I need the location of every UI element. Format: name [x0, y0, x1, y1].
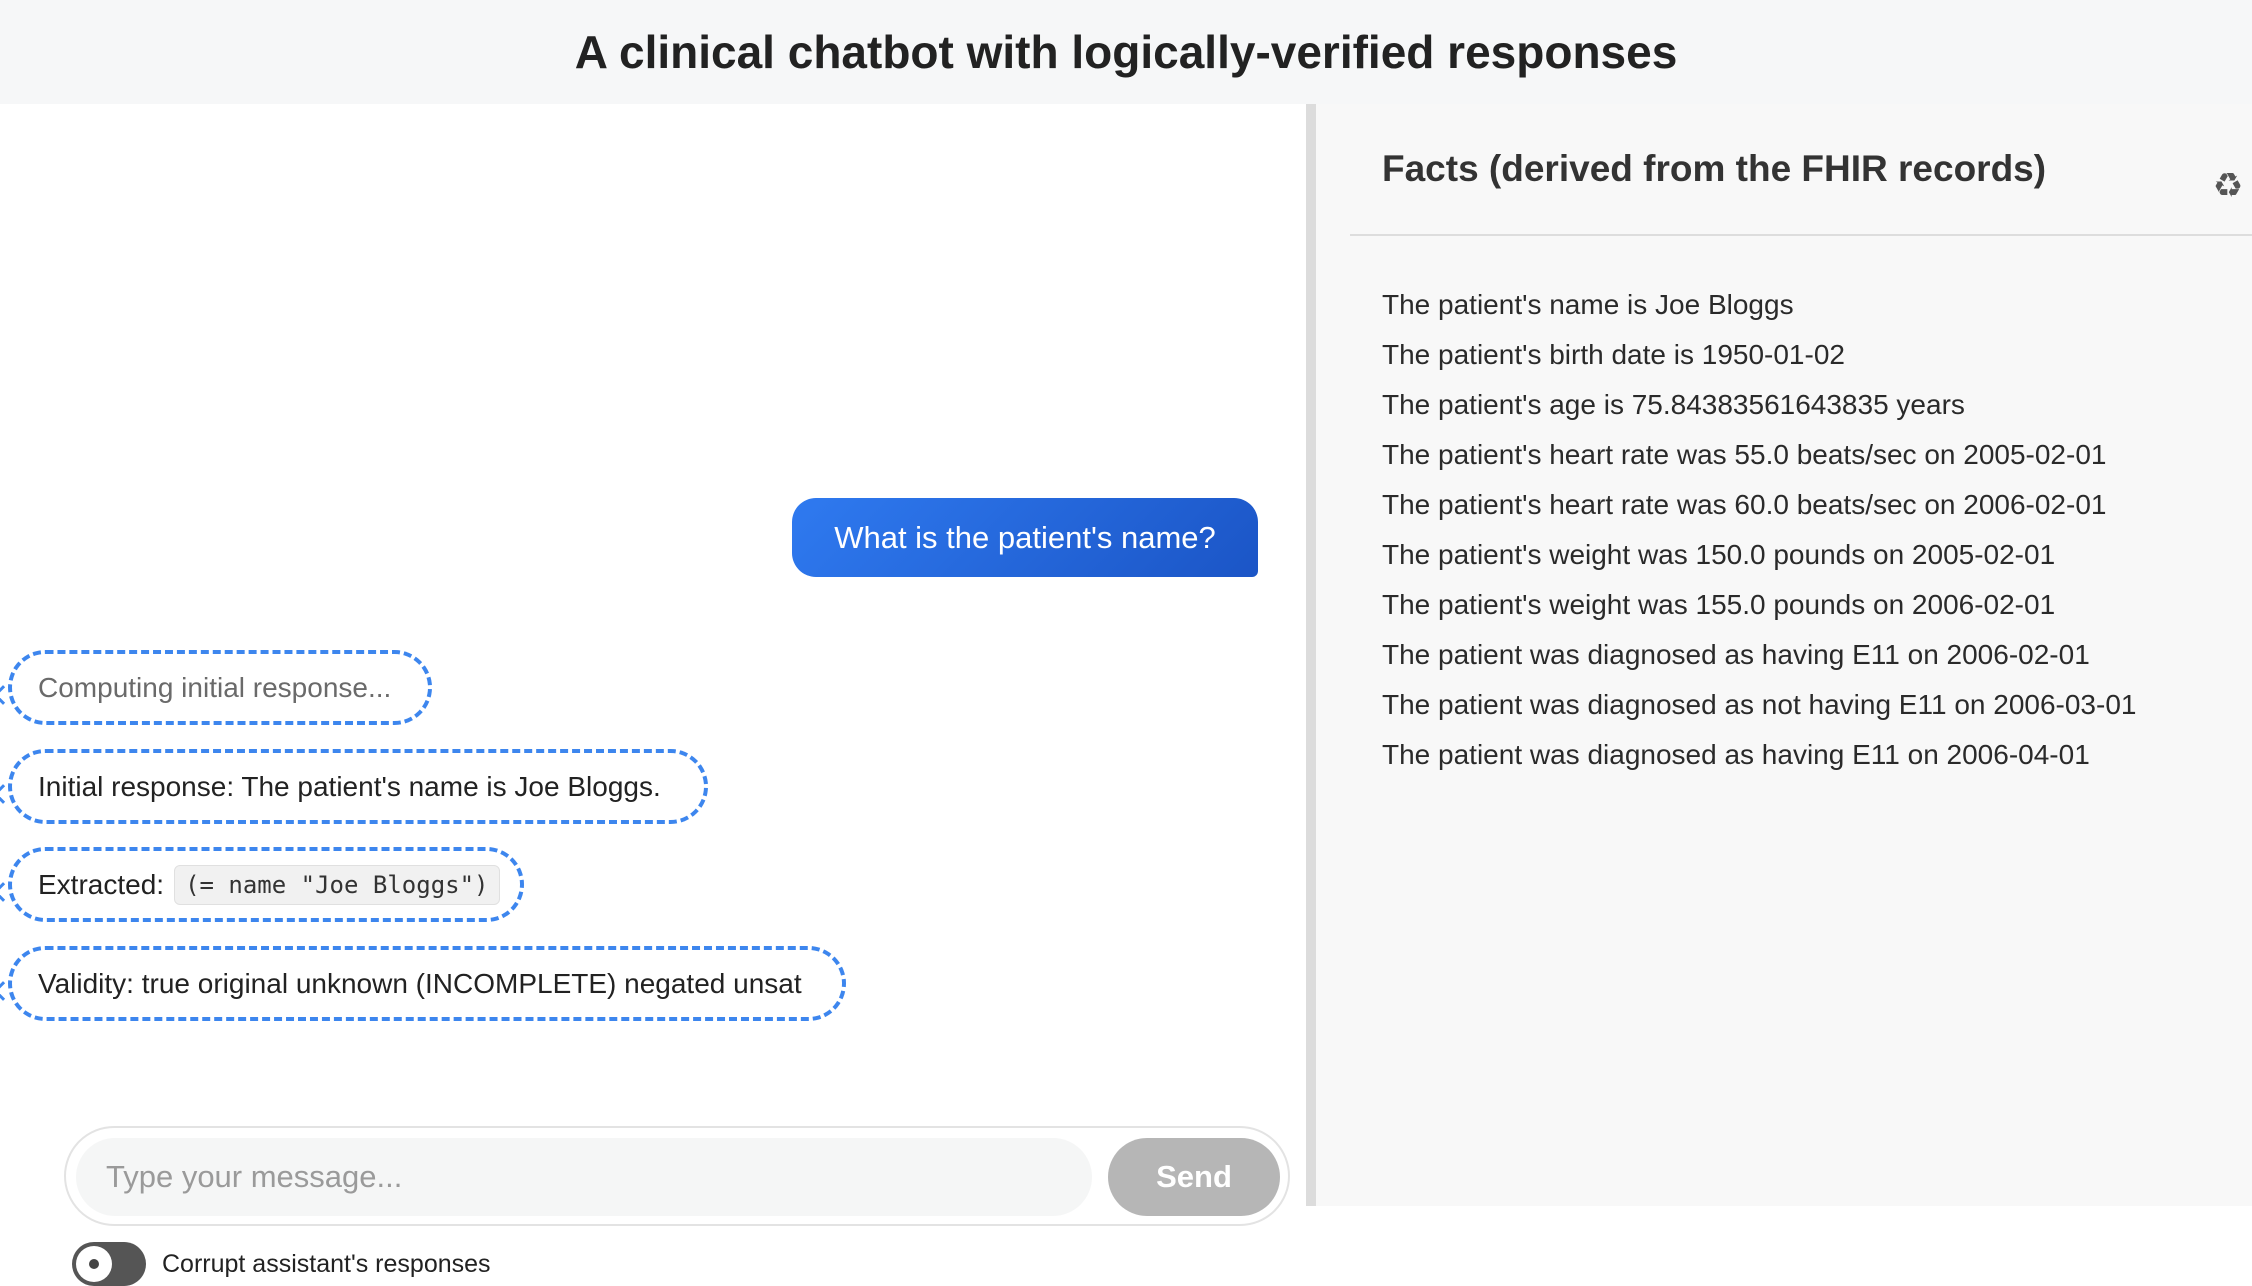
fact-item: The patient's birth date is 1950-01-02 [1382, 339, 1845, 370]
bubble-tail [0, 981, 13, 1001]
extracted-code: (= name "Joe Bloggs") [174, 864, 500, 905]
chat-panel: What is the patient's name? Computing in… [0, 104, 1306, 1286]
toggle-knob [76, 1246, 112, 1282]
facts-title: Facts (derived from the FHIR records) [1382, 148, 2047, 189]
fact-item: The patient's heart rate was 55.0 beats/… [1382, 439, 2107, 470]
bubble-tail [0, 685, 13, 705]
fact-item: The patient's weight was 150.0 pounds on… [1382, 539, 2056, 570]
panel-divider[interactable] [1306, 104, 1316, 1206]
extracted-label: Extracted: [38, 868, 165, 900]
app-header: A clinical chatbot with logically-verifi… [0, 0, 2252, 104]
validity-bubble: Validity: true original unknown (INCOMPL… [0, 946, 846, 1021]
fact-item: The patient was diagnosed as having E11 … [1382, 639, 2090, 670]
fact-item: The patient's heart rate was 60.0 beats/… [1382, 489, 2107, 520]
send-button[interactable]: Send [1108, 1138, 1280, 1216]
facts-list: The patient's name is Joe Bloggs The pat… [1382, 280, 2136, 780]
fact-item: The patient's name is Joe Bloggs [1382, 289, 1794, 320]
corrupt-responses-toggle[interactable] [72, 1242, 146, 1286]
facts-panel: Facts (derived from the FHIR records) ♻ … [1316, 104, 2252, 1206]
initial-response-text: Initial response: The patient's name is … [38, 770, 661, 802]
corrupt-toggle-label: Corrupt assistant's responses [162, 1249, 491, 1278]
computing-status-bubble: Computing initial response... [0, 650, 432, 725]
fact-item: The patient was diagnosed as having E11 … [1382, 739, 2090, 770]
facts-divider [1350, 234, 2252, 236]
user-message-bubble: What is the patient's name? [792, 498, 1258, 577]
fact-item: The patient was diagnosed as not having … [1382, 689, 2137, 720]
computing-status-text: Computing initial response... [38, 671, 392, 703]
message-composer: Send [64, 1126, 1290, 1226]
toggle-dot [89, 1259, 99, 1269]
validity-text: Validity: true original unknown (INCOMPL… [38, 967, 802, 999]
bubble-tail [0, 784, 13, 804]
page-title: A clinical chatbot with logically-verifi… [574, 26, 1678, 78]
message-input[interactable] [76, 1138, 1092, 1216]
corrupt-toggle-row: Corrupt assistant's responses [72, 1242, 491, 1286]
fact-item: The patient's weight was 155.0 pounds on… [1382, 589, 2056, 620]
extracted-bubble: Extracted: (= name "Joe Bloggs") [0, 847, 524, 922]
initial-response-bubble: Initial response: The patient's name is … [0, 749, 708, 824]
fact-item: The patient's age is 75.84383561643835 y… [1382, 389, 1965, 420]
bubble-tail [0, 882, 13, 902]
recycle-icon[interactable]: ♻ [2206, 164, 2250, 208]
